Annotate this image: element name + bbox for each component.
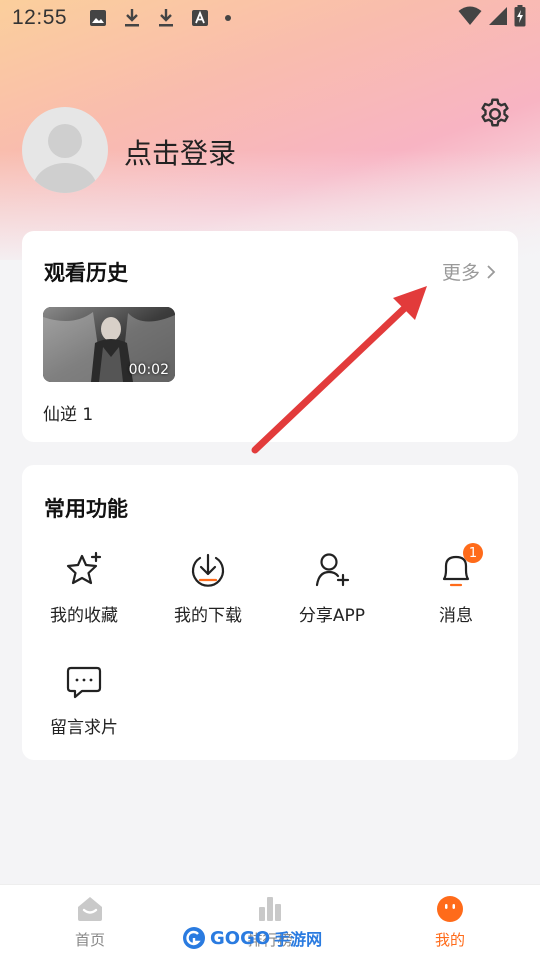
download-circle-icon	[187, 549, 229, 591]
favorites-button[interactable]: 我的收藏	[22, 549, 146, 629]
downloads-button[interactable]: 我的下载	[146, 549, 270, 629]
video-title[interactable]: 仙逆 1	[43, 400, 93, 425]
downloads-label: 我的下载	[174, 606, 242, 626]
history-thumbnail[interactable]: 00:02	[43, 307, 175, 382]
nav-mine-label: 我的	[434, 931, 465, 949]
wifi-icon	[458, 6, 482, 30]
nav-home-label: 首页	[74, 931, 105, 949]
status-time: 12:55	[12, 6, 68, 29]
messages-button[interactable]: 1 消息	[394, 543, 518, 629]
gear-icon[interactable]	[477, 96, 513, 132]
favorites-label: 我的收藏	[50, 606, 118, 626]
watermark-text: 手游网	[274, 930, 323, 949]
face-icon	[437, 896, 463, 922]
messages-label: 消息	[439, 606, 473, 626]
video-duration: 00:02	[128, 362, 169, 378]
functions-title: 常用功能	[44, 497, 128, 521]
user-add-icon	[311, 549, 353, 591]
status-bar: 12:55	[0, 0, 540, 36]
more-button[interactable]: 更多	[442, 258, 496, 285]
download-icon	[121, 7, 143, 29]
avatar[interactable]	[22, 107, 108, 193]
watermark-icon	[183, 927, 205, 949]
home-icon	[78, 897, 102, 921]
watch-history-card: 观看历史 更多 00:02 仙逆 1	[22, 231, 518, 442]
user-silhouette-icon	[33, 124, 97, 193]
status-right	[458, 5, 526, 31]
nav-home[interactable]: 首页	[45, 895, 135, 950]
image-icon	[87, 7, 109, 29]
share-app-label: 分享APP	[298, 606, 366, 626]
more-label: 更多	[441, 262, 480, 284]
common-functions-card: 常用功能 我的收藏 我的下载 分享APP 1 消息 留言求片	[22, 465, 518, 760]
signal-icon	[488, 6, 508, 30]
share-app-button[interactable]: 分享APP	[270, 549, 394, 629]
chart-icon	[259, 897, 281, 921]
download-icon	[155, 7, 177, 29]
nav-mine[interactable]: 我的	[405, 895, 495, 950]
dot-icon	[225, 15, 232, 21]
watermark-brand: GOGO	[210, 927, 271, 949]
bell-icon: 1	[435, 543, 483, 591]
message-icon	[63, 661, 105, 703]
request-movie-button[interactable]: 留言求片	[22, 661, 146, 741]
star-plus-icon	[63, 549, 105, 591]
login-text[interactable]: 点击登录	[124, 132, 236, 172]
history-title: 观看历史	[44, 261, 128, 285]
a-icon	[189, 7, 211, 29]
watermark-logo: GOGO 手游网	[182, 926, 322, 950]
notification-badge: 1	[463, 543, 483, 563]
battery-charging-icon	[514, 5, 526, 31]
request-movie-label: 留言求片	[50, 718, 118, 738]
chevron-right-icon	[487, 264, 496, 279]
